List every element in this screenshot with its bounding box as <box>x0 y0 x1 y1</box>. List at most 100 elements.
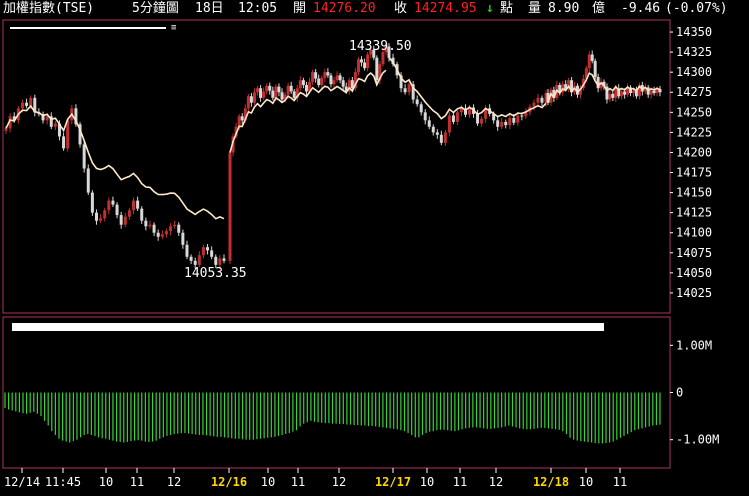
candle <box>480 118 484 124</box>
average-line <box>229 69 387 153</box>
candle <box>536 97 540 103</box>
candle <box>419 104 423 113</box>
candle <box>206 247 210 251</box>
candle <box>222 258 226 261</box>
candle <box>268 85 272 91</box>
candle <box>90 192 94 213</box>
candle <box>62 136 66 149</box>
candle <box>403 88 407 93</box>
candle <box>329 75 333 85</box>
candle <box>500 121 504 127</box>
candle <box>314 72 318 79</box>
high-annotation: 14339.50 <box>349 39 412 54</box>
candle <box>508 117 512 126</box>
candle <box>532 102 536 107</box>
candle <box>240 116 244 121</box>
candle <box>608 93 612 100</box>
low-annotation: 14053.35 <box>184 266 247 281</box>
price-tick-label: 14250 <box>676 105 712 119</box>
candle <box>360 59 364 63</box>
candle <box>590 54 594 61</box>
candle <box>237 116 241 127</box>
chart-canvas: ≡ 14025 14050 14075 14100 14125 14150 14175 142… <box>2 19 719 489</box>
candle <box>197 255 201 265</box>
candle <box>540 97 544 103</box>
price-tick-label: 14350 <box>676 25 712 39</box>
candle <box>86 168 90 193</box>
candle <box>132 200 136 211</box>
x-tick-label: 11 <box>453 475 467 489</box>
candle <box>148 224 152 227</box>
x-tick-label: 12/14 <box>4 475 40 489</box>
candle <box>152 224 156 233</box>
price-tick-label: 14225 <box>676 125 712 139</box>
candle <box>177 224 181 233</box>
candle <box>115 204 119 216</box>
x-tick-label: 11:45 <box>45 475 81 489</box>
candle <box>320 77 324 86</box>
candle <box>210 250 214 257</box>
candle <box>311 72 315 82</box>
candle <box>435 132 439 135</box>
candle <box>53 123 57 127</box>
candle <box>363 62 367 69</box>
candle <box>144 220 148 227</box>
x-tick-label: 12 <box>489 475 503 489</box>
candle <box>512 117 516 123</box>
x-tick-label: 12 <box>332 475 346 489</box>
oscillator-tick-label: -1.00M <box>676 433 719 447</box>
candle <box>94 212 98 221</box>
candle <box>66 120 70 149</box>
candle <box>99 218 103 221</box>
candle <box>249 96 253 103</box>
candle <box>652 90 656 94</box>
candle <box>164 231 168 235</box>
candle <box>82 144 86 169</box>
candle <box>107 200 111 211</box>
price-panel-frame <box>2 19 671 314</box>
candle <box>304 85 308 92</box>
candle <box>271 90 275 98</box>
average-line <box>5 104 225 220</box>
candle <box>256 88 260 93</box>
candle <box>423 112 427 121</box>
candle <box>451 115 455 122</box>
candle <box>335 75 339 81</box>
price-tick-label: 14125 <box>676 206 712 220</box>
candle <box>439 134 443 143</box>
candle <box>160 234 164 237</box>
x-tick-label: 12/17 <box>375 475 411 489</box>
oscillator-tick-label: 1.00M <box>676 338 712 352</box>
candle <box>45 116 49 121</box>
candle <box>338 75 342 81</box>
x-tick-label: 12/18 <box>533 475 569 489</box>
candle <box>341 80 345 87</box>
candle <box>181 232 185 245</box>
price-tick-label: 14300 <box>676 65 712 79</box>
price-tick-label: 14150 <box>676 186 712 200</box>
candle <box>103 210 107 219</box>
candle <box>620 91 624 97</box>
candle <box>286 85 290 95</box>
candle <box>292 91 296 98</box>
candle <box>631 90 635 94</box>
candle <box>496 120 500 127</box>
candle <box>140 208 144 221</box>
candle <box>136 200 140 209</box>
candle <box>443 132 447 143</box>
candle <box>218 258 222 265</box>
price-tick-label: 14275 <box>676 85 712 99</box>
candle <box>29 97 33 106</box>
candle <box>301 80 305 86</box>
candle <box>246 96 250 109</box>
candle <box>214 256 218 265</box>
price-tick-label: 14325 <box>676 45 712 59</box>
candle <box>520 115 524 117</box>
price-tick-label: 14175 <box>676 166 712 180</box>
candle <box>127 210 131 217</box>
candle <box>614 88 618 98</box>
candle <box>455 112 459 122</box>
candle <box>611 93 615 98</box>
candle <box>516 115 520 123</box>
price-tick-label: 14075 <box>676 246 712 260</box>
